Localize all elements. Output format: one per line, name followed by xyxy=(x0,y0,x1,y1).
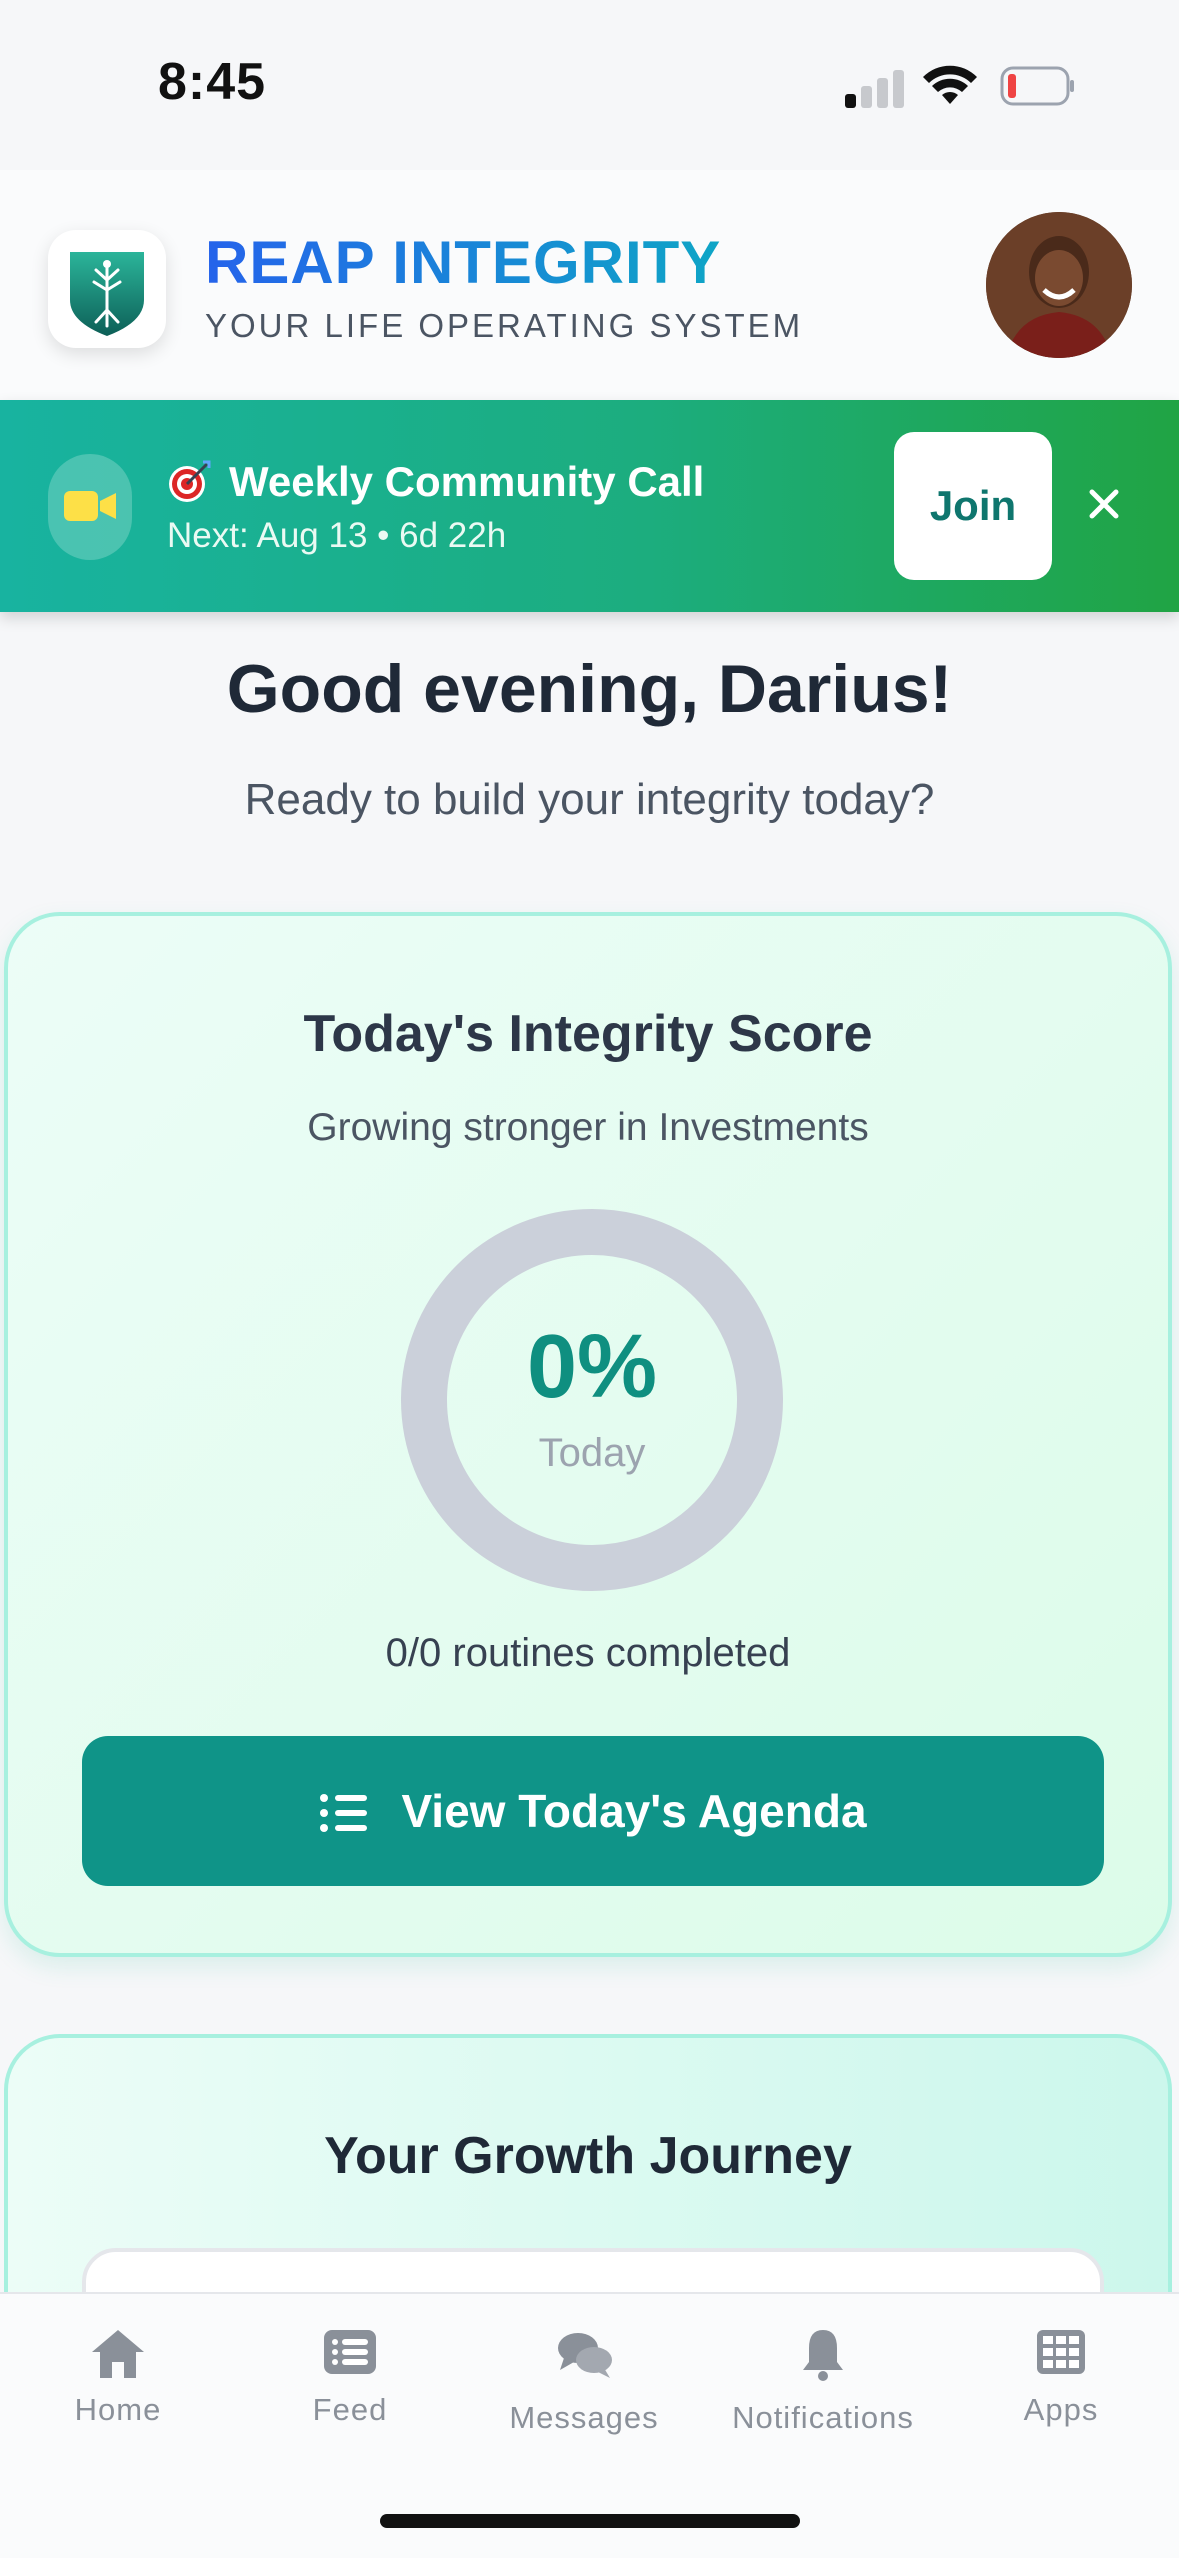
video-camera-icon xyxy=(48,454,132,560)
tab-label: Notifications xyxy=(732,2400,914,2435)
tab-label: Messages xyxy=(509,2400,659,2435)
user-photo xyxy=(986,212,1132,358)
close-icon[interactable] xyxy=(1080,480,1128,528)
score-label: Today xyxy=(538,1431,646,1475)
tab-notifications[interactable]: Notifications xyxy=(705,2324,941,2454)
greeting-subtitle: Ready to build your integrity today? xyxy=(244,775,935,824)
banner-title-text: Weekly Community Call xyxy=(229,458,705,505)
score-card-title: Today's Integrity Score xyxy=(303,1005,873,1063)
app-logo[interactable] xyxy=(48,230,166,348)
tab-label: Apps xyxy=(1023,2392,1099,2427)
agenda-button-label: View Today's Agenda xyxy=(401,1785,867,1837)
apps-grid-icon xyxy=(1037,2330,1085,2374)
community-call-banner[interactable]: Weekly Community Call Next: Aug 13 • 6d … xyxy=(0,400,1179,612)
target-icon xyxy=(169,460,211,502)
growth-card-title: Your Growth Journey xyxy=(324,2127,852,2185)
home-indicator xyxy=(380,2514,800,2528)
app-header: REAP INTEGRITY YOUR LIFE OPERATING SYSTE… xyxy=(0,170,1179,400)
view-agenda-button[interactable]: View Today's Agenda xyxy=(82,1736,1104,1886)
brand-subtitle: YOUR LIFE OPERATING SYSTEM xyxy=(205,307,804,344)
tab-label: Home xyxy=(74,2392,162,2427)
tree-shield-icon xyxy=(70,252,144,336)
status-bar: 8:45 xyxy=(0,0,1179,170)
bell-icon xyxy=(803,2330,843,2381)
status-time: 8:45 xyxy=(158,53,267,111)
tab-apps[interactable]: Apps xyxy=(943,2324,1179,2454)
routines-completed: 0/0 routines completed xyxy=(385,1631,791,1675)
tab-messages[interactable]: Messages xyxy=(466,2324,702,2454)
greeting-title: Good evening, Darius! xyxy=(226,651,953,727)
bottom-tab-bar: Home Feed Messages Notifications Apps xyxy=(0,2292,1179,2558)
tab-label: Feed xyxy=(312,2392,388,2427)
battery-icon xyxy=(1000,66,1074,106)
cellular-signal-icon xyxy=(845,68,905,108)
feed-icon xyxy=(324,2330,376,2374)
list-icon xyxy=(320,1794,368,1832)
brand-title: REAP INTEGRITY xyxy=(205,229,722,296)
banner-next-time: Next: Aug 13 • 6d 22h xyxy=(167,516,507,555)
score-card-subtitle: Growing stronger in Investments xyxy=(307,1106,869,1149)
score-value: 0% xyxy=(526,1317,658,1417)
home-icon xyxy=(92,2330,144,2378)
join-button[interactable]: Join xyxy=(894,432,1052,580)
tab-home[interactable]: Home xyxy=(0,2324,236,2454)
messages-icon xyxy=(558,2333,612,2378)
avatar[interactable] xyxy=(986,212,1132,358)
wifi-icon xyxy=(923,65,977,104)
banner-title: Weekly Community Call xyxy=(167,458,704,506)
integrity-score-card: Today's Integrity Score Growing stronger… xyxy=(4,912,1172,1957)
tab-feed[interactable]: Feed xyxy=(232,2324,468,2454)
